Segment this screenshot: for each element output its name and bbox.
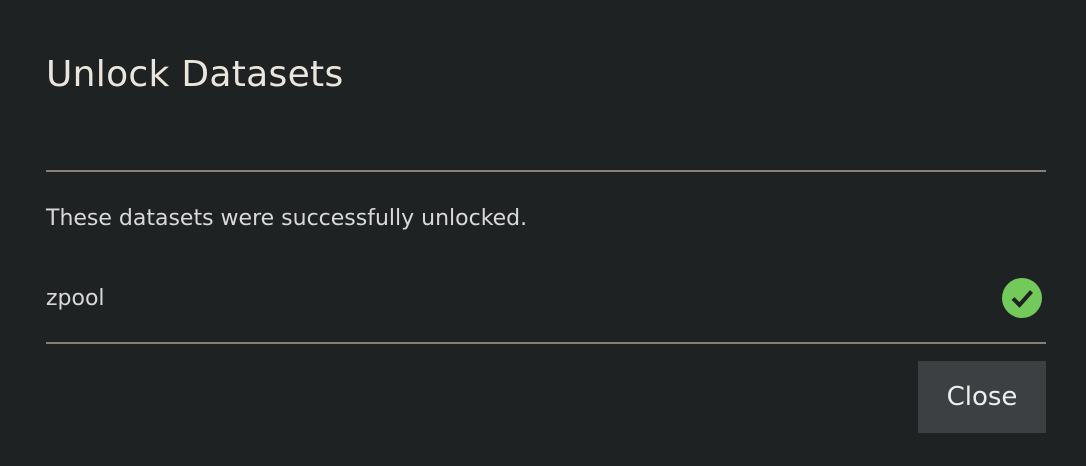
- success-message: These datasets were successfully unlocke…: [46, 206, 528, 231]
- title-divider: [46, 170, 1046, 172]
- dialog-title: Unlock Datasets: [46, 54, 344, 95]
- close-button[interactable]: Close: [918, 361, 1046, 433]
- dataset-name: zpool: [46, 286, 105, 311]
- unlock-datasets-dialog: Unlock Datasets These datasets were succ…: [0, 0, 1086, 466]
- check-circle-icon: [1002, 278, 1042, 318]
- dataset-row: zpool: [46, 278, 1046, 322]
- list-divider: [46, 342, 1046, 344]
- checkmark-icon: [1011, 290, 1033, 308]
